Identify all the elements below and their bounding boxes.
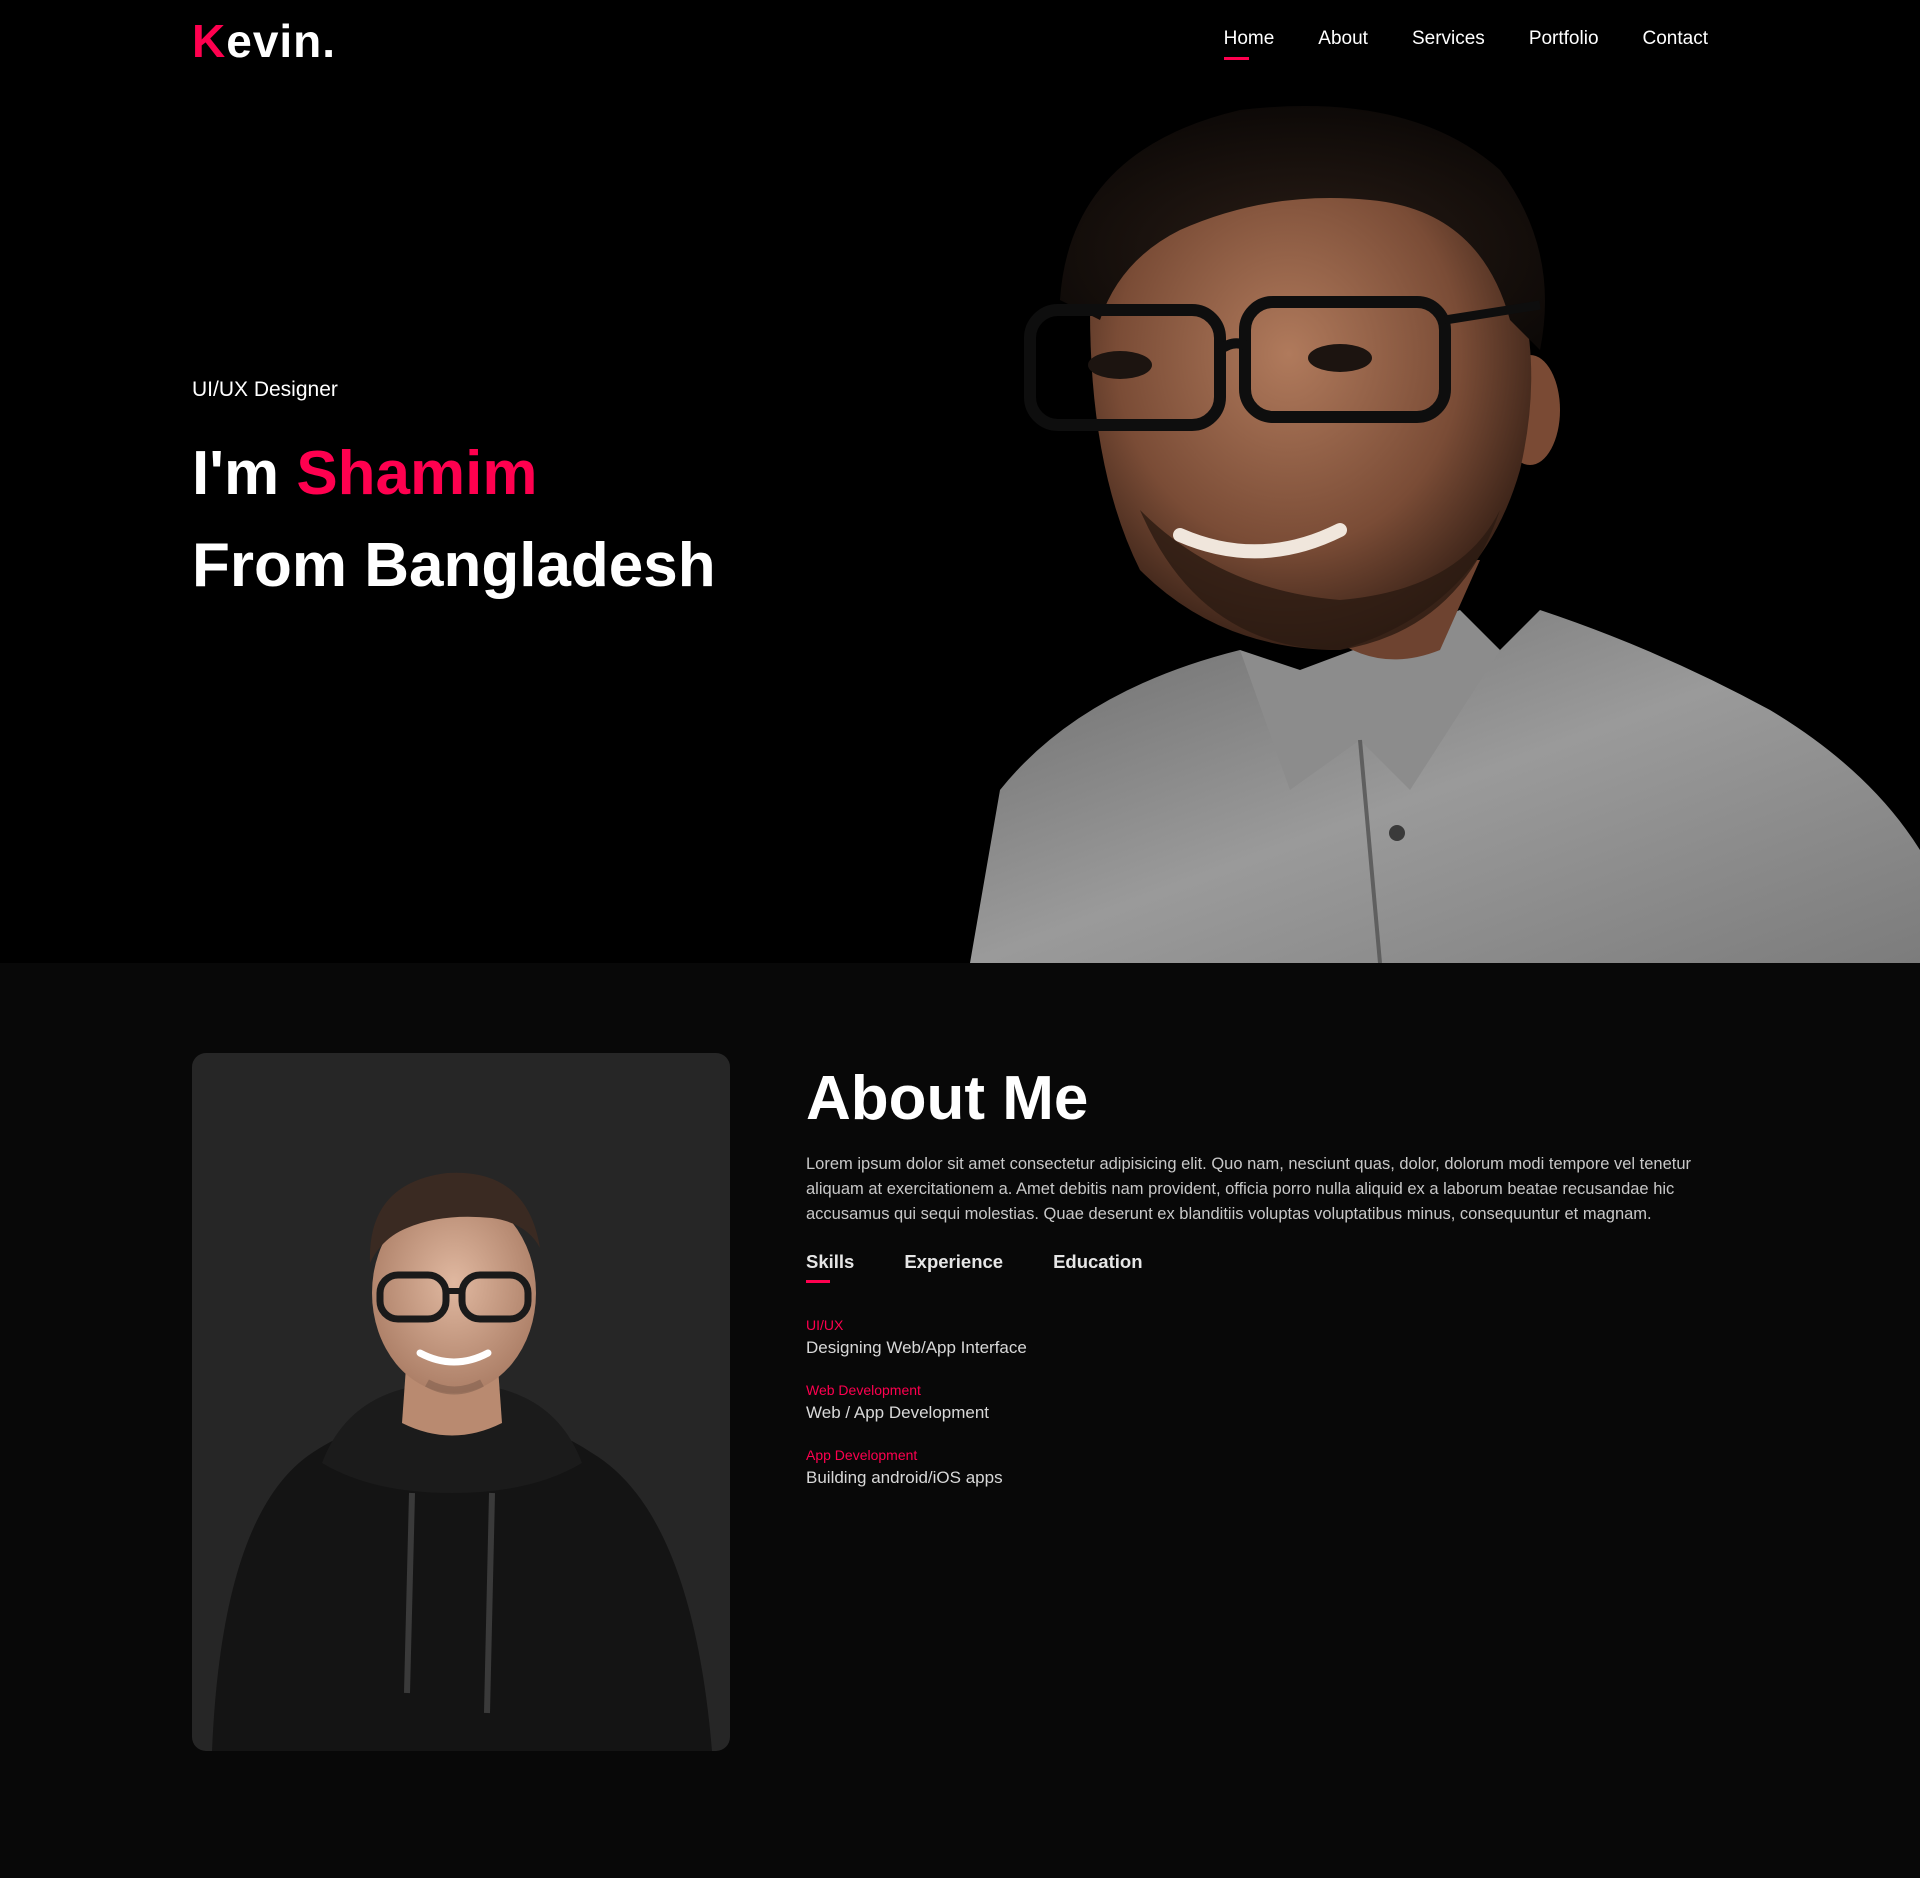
navbar: Kevin. Home About Services Portfolio Con… (0, 0, 1920, 80)
about-portrait-card (192, 1053, 730, 1751)
skill-description: Designing Web/App Interface (806, 1338, 1027, 1357)
skill-description: Building android/iOS apps (806, 1468, 1003, 1487)
hero-title: I'm Shamim From Bangladesh (192, 428, 716, 612)
nav-item-home[interactable]: Home (1223, 28, 1274, 60)
hero-section: Kevin. Home About Services Portfolio Con… (0, 0, 1920, 963)
tab-skills[interactable]: Skills (806, 1251, 854, 1283)
logo[interactable]: Kevin. (192, 14, 336, 68)
hero-title-line2: From Bangladesh (192, 531, 716, 600)
tab-education[interactable]: Education (1053, 1251, 1142, 1273)
list-item: Web Development Web / App Development (806, 1382, 1726, 1423)
about-tabs: Skills Experience Education (806, 1251, 1726, 1283)
skill-category: Web Development (806, 1382, 921, 1398)
skill-description: Web / App Development (806, 1403, 990, 1422)
list-item: App Development Building android/iOS app… (806, 1447, 1726, 1488)
hero-title-name: Shamim (296, 439, 538, 508)
logo-text: evin. (226, 15, 337, 67)
about-portrait-image (212, 1172, 712, 1751)
hero-portrait-image (970, 106, 1920, 963)
hero-title-prefix: I'm (192, 439, 297, 508)
skill-category: App Development (806, 1447, 918, 1463)
skills-list: UI/UX Designing Web/App Interface Web De… (806, 1317, 1726, 1488)
about-description: Lorem ipsum dolor sit amet consectetur a… (806, 1155, 1692, 1223)
nav-links: Home About Services Portfolio Contact (1223, 28, 1708, 60)
skill-category: UI/UX (806, 1317, 844, 1333)
nav-item-contact[interactable]: Contact (1643, 28, 1708, 50)
about-title: About Me (806, 1064, 1089, 1133)
about-section: About Me Lorem ipsum dolor sit amet cons… (0, 963, 1920, 1878)
nav-item-portfolio[interactable]: Portfolio (1529, 28, 1599, 50)
logo-accent-letter: K (192, 15, 227, 67)
hero-subtitle: UI/UX Designer (192, 378, 338, 401)
about-content: About Me Lorem ipsum dolor sit amet cons… (806, 1063, 1726, 1512)
tab-experience[interactable]: Experience (904, 1251, 1003, 1273)
nav-item-services[interactable]: Services (1412, 28, 1485, 50)
hero-text: UI/UX Designer I'm Shamim From Banglades… (192, 378, 716, 612)
nav-item-about[interactable]: About (1318, 28, 1368, 50)
list-item: UI/UX Designing Web/App Interface (806, 1317, 1726, 1358)
